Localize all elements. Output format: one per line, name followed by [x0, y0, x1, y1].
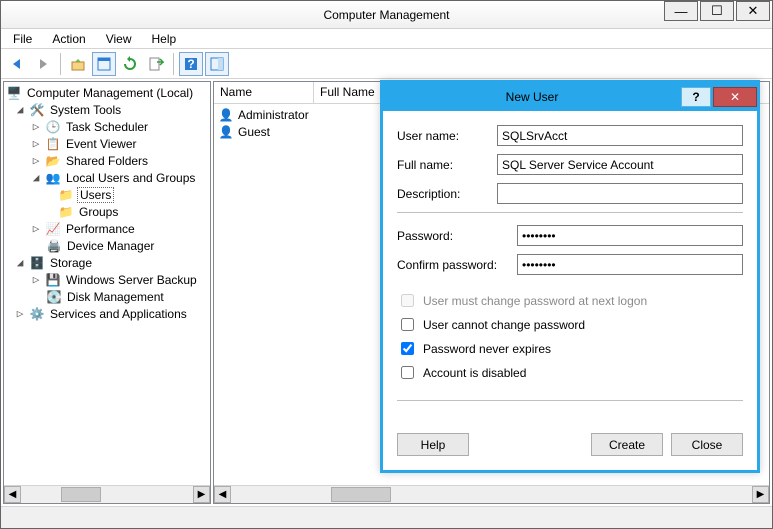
folder-icon: 📁: [58, 187, 74, 203]
username-label: User name:: [397, 129, 497, 143]
back-button[interactable]: [5, 52, 29, 76]
dialog-body: User name: Full name: Description: Passw…: [383, 111, 757, 425]
dialog-buttons: Help Create Close: [383, 425, 757, 470]
backup-icon: 💾: [45, 272, 61, 288]
shared-icon: 📂: [45, 153, 61, 169]
tree[interactable]: 🖥️Computer Management (Local) ◢🛠️System …: [4, 82, 210, 485]
tree-storage[interactable]: Storage: [48, 256, 94, 270]
description-input[interactable]: [497, 183, 743, 204]
expand-icon[interactable]: ▷: [30, 137, 42, 150]
user-icon: 👤: [218, 124, 234, 140]
tree-task-scheduler[interactable]: Task Scheduler: [64, 120, 150, 134]
scroll-left-icon[interactable]: ◀: [214, 486, 231, 503]
menu-file[interactable]: File: [5, 30, 40, 48]
tree-hscroll[interactable]: ◀ ▶: [4, 485, 210, 503]
scroll-left-icon[interactable]: ◀: [4, 486, 21, 503]
checkbox-never-expires-box[interactable]: [401, 342, 414, 355]
collapse-icon[interactable]: ◢: [14, 256, 26, 269]
help-button[interactable]: Help: [397, 433, 469, 456]
help-button[interactable]: ?: [179, 52, 203, 76]
statusbar: [1, 506, 772, 528]
dialog-titlebar: New User ? ✕: [383, 83, 757, 111]
menu-view[interactable]: View: [98, 30, 140, 48]
device-icon: 🖨️: [46, 238, 62, 254]
tree-device-manager[interactable]: Device Manager: [65, 239, 156, 253]
tree-groups[interactable]: Groups: [77, 205, 120, 219]
collapse-icon[interactable]: ◢: [30, 171, 42, 184]
tree-shared-folders[interactable]: Shared Folders: [64, 154, 150, 168]
dialog-title: New User: [383, 90, 681, 104]
forward-button[interactable]: [31, 52, 55, 76]
scroll-right-icon[interactable]: ▶: [752, 486, 769, 503]
toolbar: ?: [1, 49, 772, 79]
new-user-dialog: New User ? ✕ User name: Full name: Descr…: [380, 80, 760, 473]
password-label: Password:: [397, 229, 517, 243]
tree-event-viewer[interactable]: Event Viewer: [64, 137, 138, 151]
list-hscroll[interactable]: ◀ ▶: [214, 485, 769, 503]
tree-users[interactable]: Users: [77, 187, 114, 203]
checkbox-disabled[interactable]: Account is disabled: [397, 363, 743, 382]
collapse-icon[interactable]: ◢: [14, 103, 26, 116]
tree-services[interactable]: Services and Applications: [48, 307, 189, 321]
clock-icon: 🕒: [45, 119, 61, 135]
confirm-input[interactable]: [517, 254, 743, 275]
users-group-icon: 👥: [45, 170, 61, 186]
checkbox-must-change: User must change password at next logon: [397, 291, 743, 310]
tree-local-users[interactable]: Local Users and Groups: [64, 171, 197, 185]
properties-button[interactable]: [92, 52, 116, 76]
titlebar: Computer Management — ☐ ✕: [1, 1, 772, 29]
export-button[interactable]: [144, 52, 168, 76]
svg-text:?: ?: [187, 57, 194, 71]
password-input[interactable]: [517, 225, 743, 246]
tree-disk-mgmt[interactable]: Disk Management: [65, 290, 166, 304]
tree-system-tools[interactable]: System Tools: [48, 103, 123, 117]
tree-performance[interactable]: Performance: [64, 222, 137, 236]
refresh-button[interactable]: [118, 52, 142, 76]
tree-wsb[interactable]: Windows Server Backup: [64, 273, 199, 287]
fullname-input[interactable]: [497, 154, 743, 175]
computer-icon: 🖥️: [6, 85, 22, 101]
tree-pane: 🖥️Computer Management (Local) ◢🛠️System …: [3, 81, 211, 504]
window-title: Computer Management: [1, 8, 772, 22]
close-dialog-button[interactable]: Close: [671, 433, 743, 456]
disk-icon: 💽: [46, 289, 62, 305]
folder-icon: 📁: [58, 204, 74, 220]
tree-root[interactable]: Computer Management (Local): [25, 86, 195, 100]
tools-icon: 🛠️: [29, 102, 45, 118]
expand-icon[interactable]: ▷: [30, 154, 42, 167]
menu-action[interactable]: Action: [44, 30, 93, 48]
fullname-label: Full name:: [397, 158, 497, 172]
expand-icon[interactable]: ▷: [14, 307, 26, 320]
menubar: File Action View Help: [1, 29, 772, 49]
confirm-label: Confirm password:: [397, 258, 517, 272]
username-input[interactable]: [497, 125, 743, 146]
dialog-close-button[interactable]: ✕: [713, 87, 757, 107]
dialog-help-button[interactable]: ?: [681, 87, 711, 107]
checkbox-never-expires[interactable]: Password never expires: [397, 339, 743, 358]
event-icon: 📋: [45, 136, 61, 152]
checkbox-must-change-box: [401, 294, 414, 307]
services-icon: ⚙️: [29, 306, 45, 322]
performance-icon: 📈: [45, 221, 61, 237]
scroll-right-icon[interactable]: ▶: [193, 486, 210, 503]
checkbox-cannot-change-box[interactable]: [401, 318, 414, 331]
menu-help[interactable]: Help: [144, 30, 185, 48]
checkbox-cannot-change[interactable]: User cannot change password: [397, 315, 743, 334]
description-label: Description:: [397, 187, 497, 201]
user-icon: 👤: [218, 107, 234, 123]
expand-icon[interactable]: ▷: [30, 222, 42, 235]
create-button[interactable]: Create: [591, 433, 663, 456]
storage-icon: 🗄️: [29, 255, 45, 271]
col-name[interactable]: Name: [214, 82, 314, 103]
checkbox-disabled-box[interactable]: [401, 366, 414, 379]
action-pane-button[interactable]: [205, 52, 229, 76]
expand-icon[interactable]: ▷: [30, 120, 42, 133]
up-button[interactable]: [66, 52, 90, 76]
expand-icon[interactable]: ▷: [30, 273, 42, 286]
